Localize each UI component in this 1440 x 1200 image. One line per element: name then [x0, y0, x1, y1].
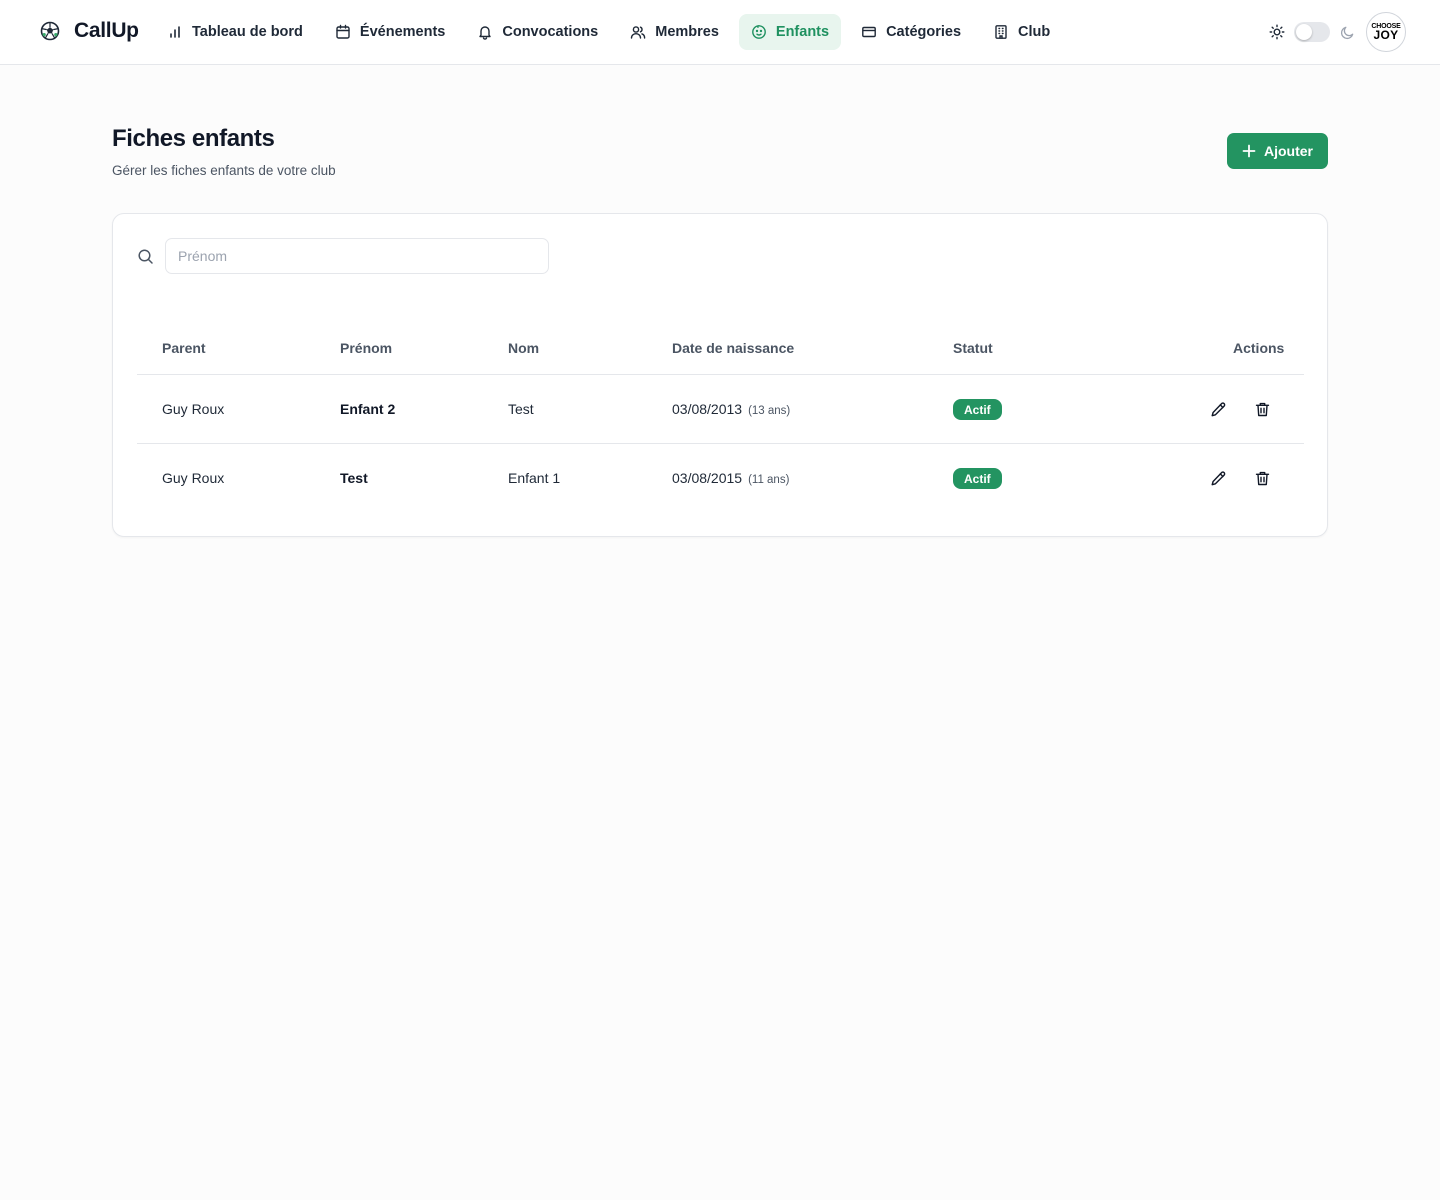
- theme-toggle-knob: [1296, 24, 1312, 40]
- nav-members[interactable]: Membres: [618, 14, 731, 50]
- main-nav: Tableau de bord Événements Convocations …: [155, 14, 1070, 50]
- table-header: Parent Prénom Nom Date de naissance Stat…: [137, 328, 1304, 375]
- avatar-text-bottom: JOY: [1373, 28, 1399, 42]
- pencil-icon: [1211, 470, 1225, 485]
- nav-categories-label: Catégories: [886, 24, 962, 40]
- search-input[interactable]: [165, 238, 549, 274]
- app-name: CallUp: [74, 19, 139, 42]
- cell-date: 03/08/2013 (13 ans): [672, 401, 790, 417]
- nav-club[interactable]: Club: [981, 14, 1062, 50]
- baby-face-icon: [752, 25, 766, 39]
- header-parent: Parent: [162, 340, 206, 356]
- status-badge: Actif: [953, 468, 1002, 489]
- header-prenom: Prénom: [340, 340, 393, 356]
- header-statut: Statut: [953, 340, 993, 356]
- card-icon: [862, 26, 876, 38]
- age: (13 ans): [748, 405, 791, 417]
- nav-dashboard[interactable]: Tableau de bord: [155, 14, 315, 50]
- nav-events-label: Événements: [359, 24, 446, 40]
- nav-children[interactable]: Enfants: [738, 14, 842, 50]
- users-icon: [631, 26, 646, 39]
- pencil-icon: [1211, 401, 1225, 416]
- building-icon: [995, 25, 1007, 39]
- sun-icon: [1268, 23, 1286, 41]
- nav-convocations-label: Convocations: [502, 24, 599, 40]
- nav-categories[interactable]: Catégories: [849, 14, 973, 50]
- header-date: Date de naissance: [672, 340, 795, 356]
- top-navigation-bar: CallUp Tableau de bord Événements Convoc…: [0, 0, 1440, 65]
- birth-date: 03/08/2013: [672, 401, 743, 417]
- age: (11 ans): [748, 474, 790, 486]
- birth-date: 03/08/2015: [672, 470, 743, 486]
- theme-toggle[interactable]: [1294, 22, 1330, 42]
- page-subtitle: Gérer les fiches enfants de votre club: [112, 163, 336, 178]
- page-title: Fiches enfants: [112, 125, 275, 152]
- add-child-label: Ajouter: [1264, 143, 1313, 159]
- edit-button[interactable]: [1209, 400, 1227, 418]
- nav-club-label: Club: [1018, 24, 1051, 40]
- cell-date: 03/08/2015 (11 ans): [672, 470, 789, 486]
- cell-prenom: Test: [340, 470, 368, 486]
- moon-icon: [1338, 23, 1356, 41]
- nav-convocations[interactable]: Convocations: [465, 14, 610, 50]
- user-avatar[interactable]: CHOOSE JOY: [1366, 12, 1406, 52]
- delete-button[interactable]: [1253, 469, 1271, 487]
- trash-icon: [1255, 402, 1269, 416]
- calendar-icon: [336, 24, 350, 39]
- header-actions: Actions: [1233, 340, 1285, 356]
- trash-icon: [1255, 471, 1269, 485]
- header-nom: Nom: [508, 340, 540, 356]
- bar-chart-icon: [170, 26, 180, 38]
- add-child-button[interactable]: Ajouter: [1227, 133, 1328, 169]
- delete-button[interactable]: [1253, 400, 1271, 418]
- cell-nom: Test: [508, 401, 534, 417]
- plus-icon: [1242, 144, 1256, 158]
- edit-button[interactable]: [1209, 469, 1227, 487]
- children-card: Parent Prénom Nom Date de naissance Stat…: [112, 213, 1328, 537]
- nav-events[interactable]: Événements: [323, 14, 457, 50]
- search-icon: [138, 249, 153, 264]
- cell-parent: Guy Roux: [162, 470, 225, 486]
- soccer-ball-icon: [40, 21, 60, 41]
- brand[interactable]: CallUp: [40, 19, 139, 43]
- nav-children-label: Enfants: [775, 24, 830, 40]
- status-badge: Actif: [953, 399, 1002, 420]
- cell-nom: Enfant 1: [508, 470, 561, 486]
- nav-members-label: Membres: [655, 24, 719, 40]
- table-row: Guy Roux Test Enfant 1 03/08/2015 (11 ans…: [137, 444, 1304, 513]
- table-row: Guy Roux Enfant 2 Test 03/08/2013 (13 ans…: [137, 375, 1304, 444]
- cell-prenom: Enfant 2: [340, 401, 396, 417]
- nav-dashboard-label: Tableau de bord: [192, 24, 303, 40]
- cell-parent: Guy Roux: [162, 401, 225, 417]
- header-tools: CHOOSE JOY: [1268, 12, 1406, 52]
- bell-icon: [479, 26, 492, 40]
